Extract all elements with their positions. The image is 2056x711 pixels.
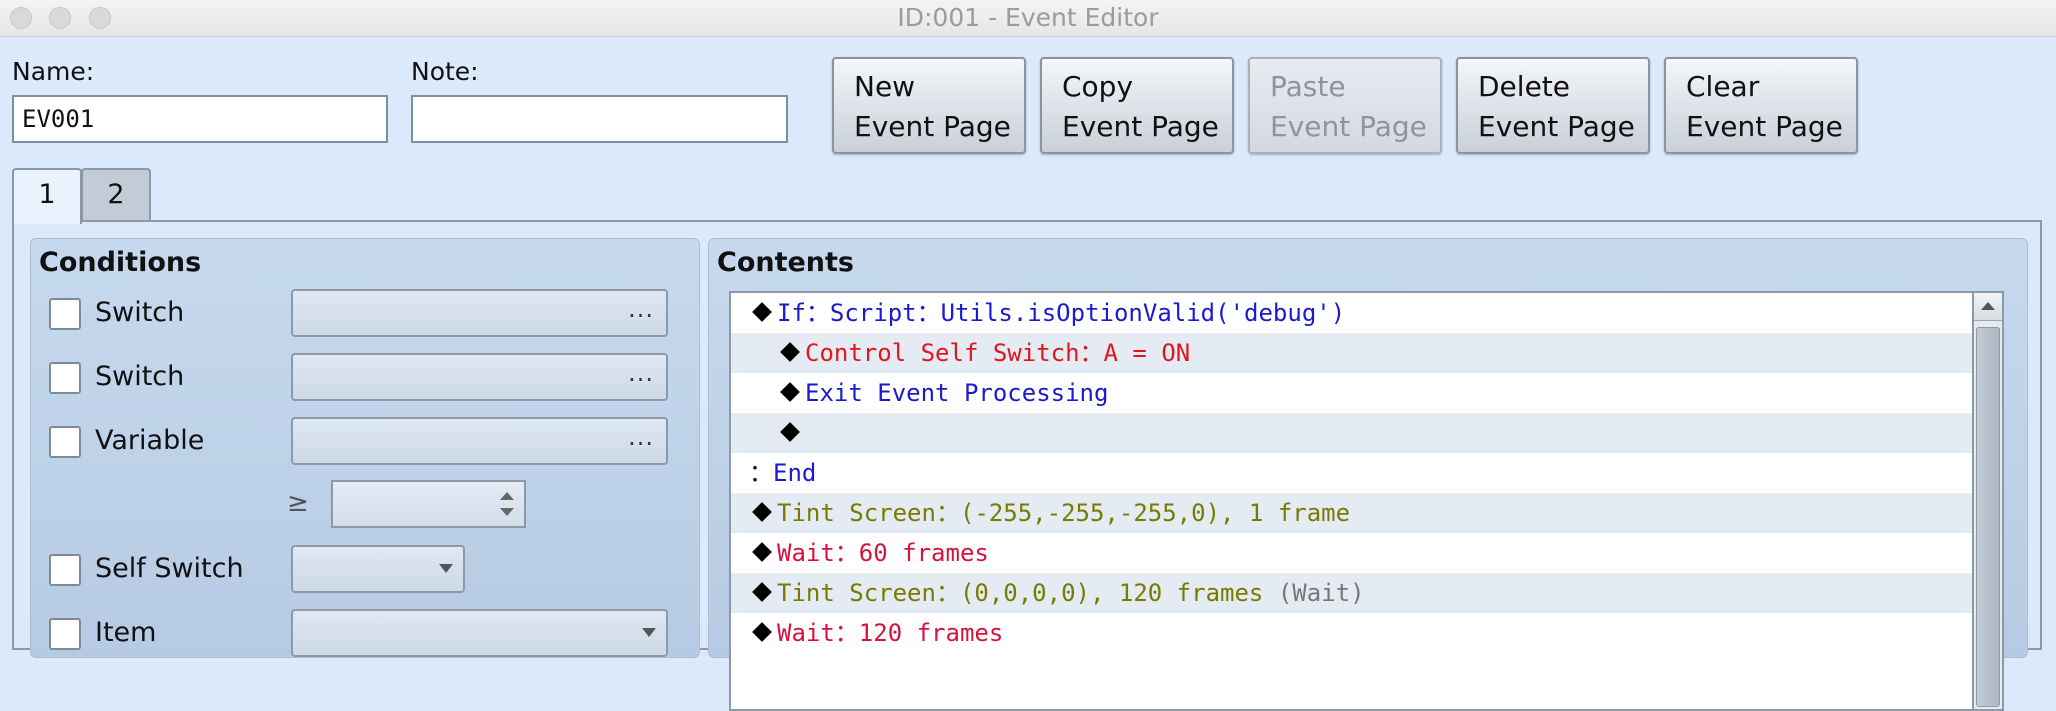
variable-picker[interactable]: ... <box>291 417 668 465</box>
button-line: Event Page <box>1478 110 1635 143</box>
variable-label: Variable <box>95 425 205 456</box>
paste-event-page-button[interactable]: Paste Event Page <box>1248 57 1442 154</box>
command-text: Wait：120 frames <box>777 619 1004 647</box>
greater-equal-operator: ≥ <box>287 488 309 518</box>
switch-1-label: Switch <box>95 297 185 328</box>
scroll-up-icon[interactable] <box>1974 293 2002 321</box>
switch-1-checkbox[interactable] <box>49 298 81 330</box>
condition-row-switch-1: Switch ... <box>49 289 689 337</box>
switch-1-picker[interactable]: ... <box>291 289 668 337</box>
switch-2-checkbox[interactable] <box>49 362 81 394</box>
button-line: Copy <box>1062 70 1134 103</box>
button-line: Event Page <box>1270 110 1427 143</box>
button-line: Paste <box>1270 70 1346 103</box>
command-text: Control Self Switch：A = ON <box>805 339 1191 367</box>
conditions-title: Conditions <box>39 247 202 278</box>
window-title: ID:001 - Event Editor <box>897 3 1159 32</box>
command-line[interactable]: If：Script：Utils.isOptionValid('debug') <box>731 293 1972 333</box>
delete-event-page-button[interactable]: Delete Event Page <box>1456 57 1650 154</box>
button-line: Clear <box>1686 70 1760 103</box>
command-text: End <box>773 459 817 487</box>
copy-event-page-button[interactable]: Copy Event Page <box>1040 57 1234 154</box>
spin-up-icon[interactable] <box>500 492 514 500</box>
switch-2-label: Switch <box>95 361 185 392</box>
switch-2-picker[interactable]: ... <box>291 353 668 401</box>
note-label: Note: <box>411 57 479 86</box>
new-event-page-button[interactable]: New Event Page <box>832 57 1026 154</box>
ellipsis-icon: ... <box>628 295 654 323</box>
diamond-marker-icon <box>752 582 772 602</box>
button-line: Event Page <box>1062 110 1219 143</box>
item-checkbox[interactable] <box>49 618 81 650</box>
chevron-down-icon <box>642 628 656 637</box>
command-line[interactable]: Wait：120 frames <box>731 613 1972 653</box>
condition-row-self-switch: Self Switch <box>49 545 689 593</box>
diamond-marker-icon <box>780 422 800 442</box>
command-line[interactable]: Tint Screen：(0,0,0,0), 120 frames (Wait) <box>731 573 1972 613</box>
diamond-marker-icon <box>752 622 772 642</box>
event-command-list[interactable]: If：Script：Utils.isOptionValid('debug') Co… <box>729 291 1974 711</box>
contents-group: Contents If：Script：Utils.isOptionValid('… <box>708 238 2028 711</box>
command-text: If：Script：Utils.isOptionValid('debug') <box>777 299 1346 327</box>
diamond-marker-icon <box>752 542 772 562</box>
tab-page-1[interactable]: 1 <box>12 168 82 224</box>
spin-down-icon[interactable] <box>500 508 514 516</box>
button-line: Event Page <box>854 110 1011 143</box>
button-line: Event Page <box>1686 110 1843 143</box>
note-input[interactable] <box>411 95 788 143</box>
diamond-marker-icon <box>780 382 800 402</box>
self-switch-label: Self Switch <box>95 553 244 584</box>
self-switch-checkbox[interactable] <box>49 554 81 586</box>
branch-end-marker: ： <box>749 459 773 487</box>
ellipsis-icon: ... <box>628 423 654 451</box>
scroll-thumb[interactable] <box>1976 327 2000 707</box>
command-text: Exit Event Processing <box>805 379 1109 407</box>
button-line: New <box>854 70 916 103</box>
name-label: Name: <box>12 57 95 86</box>
command-text: (Wait) <box>1277 579 1365 607</box>
command-text: Wait：60 frames <box>777 539 989 567</box>
diamond-marker-icon <box>752 302 772 322</box>
tab-page-2[interactable]: 2 <box>81 168 151 222</box>
event-page-panel: Conditions Switch ... Switch ... Variabl… <box>12 220 2042 711</box>
variable-checkbox[interactable] <box>49 426 81 458</box>
clear-event-page-button[interactable]: Clear Event Page <box>1664 57 1858 154</box>
chevron-down-icon <box>439 564 453 573</box>
condition-row-switch-2: Switch ... <box>49 353 689 401</box>
command-line[interactable]: Tint Screen：(-255,-255,-255,0), 1 frame <box>731 493 1972 533</box>
command-line[interactable]: Control Self Switch：A = ON <box>731 333 1972 373</box>
diamond-marker-icon <box>780 342 800 362</box>
command-text: Tint Screen：(-255,-255,-255,0), 1 frame <box>777 499 1351 527</box>
item-label: Item <box>95 617 157 648</box>
variable-value-spinner[interactable] <box>331 480 526 528</box>
ellipsis-icon: ... <box>628 359 654 387</box>
button-line: Delete <box>1478 70 1570 103</box>
item-select[interactable] <box>291 609 668 657</box>
command-line[interactable] <box>731 413 1972 453</box>
contents-scrollbar[interactable] <box>1974 291 2004 711</box>
command-line[interactable]: Exit Event Processing <box>731 373 1972 413</box>
command-line[interactable]: Wait：60 frames <box>731 533 1972 573</box>
name-input[interactable]: EV001 <box>12 95 388 143</box>
command-line[interactable]: ：End <box>731 453 1972 493</box>
condition-row-variable: Variable ... <box>49 417 689 465</box>
conditions-group: Conditions Switch ... Switch ... Variabl… <box>30 238 700 658</box>
diamond-marker-icon <box>752 502 772 522</box>
command-text: Tint Screen：(0,0,0,0), 120 frames <box>777 579 1278 607</box>
condition-row-item: Item <box>49 609 689 657</box>
contents-title: Contents <box>717 247 855 278</box>
title-bar: ID:001 - Event Editor <box>0 0 2056 37</box>
self-switch-select[interactable] <box>291 545 465 593</box>
